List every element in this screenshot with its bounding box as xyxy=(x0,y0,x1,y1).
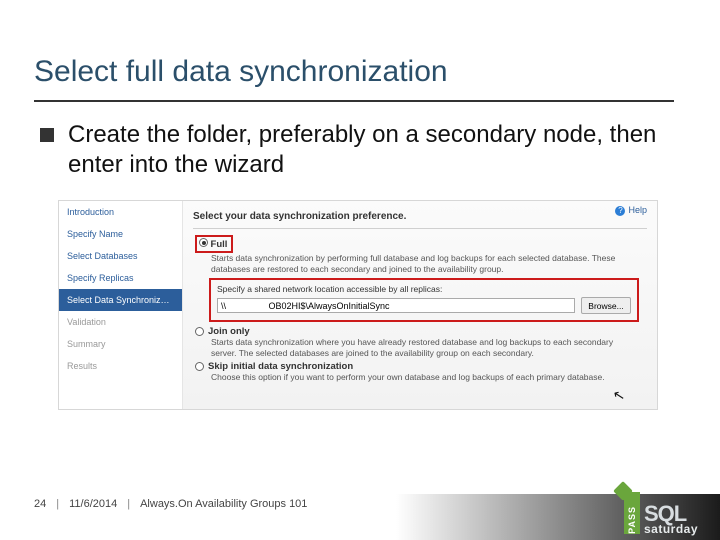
option-full: Full Starts data synchronization by perf… xyxy=(195,235,647,322)
help-icon: ? xyxy=(615,206,625,216)
option-skip-desc: Choose this option if you want to perfor… xyxy=(211,372,631,383)
footer-sep-icon: | xyxy=(127,498,130,510)
help-label: Help xyxy=(628,205,647,215)
sql-text-block: SQL saturday xyxy=(644,505,698,534)
network-location-group: Specify a shared network location access… xyxy=(209,278,639,322)
wizard-step-results[interactable]: Results xyxy=(59,355,182,377)
wizard-screenshot: Introduction Specify Name Select Databas… xyxy=(58,200,658,410)
logo-saturday: saturday xyxy=(644,524,698,534)
network-location-label: Specify a shared network location access… xyxy=(217,284,631,294)
wizard-step-specify-name[interactable]: Specify Name xyxy=(59,223,182,245)
footer-text: 24 | 11/6/2014 | Always.On Availability … xyxy=(34,498,307,510)
option-full-desc: Starts data synchronization by performin… xyxy=(211,253,631,274)
wizard-divider xyxy=(193,228,647,229)
wizard-step-introduction[interactable]: Introduction xyxy=(59,201,182,223)
page-number: 24 xyxy=(34,498,46,510)
option-join-desc: Starts data synchronization where you ha… xyxy=(211,337,631,358)
wizard-main-panel: ?Help Select your data synchronization p… xyxy=(183,201,657,409)
bullet-text: Create the folder, preferably on a secon… xyxy=(68,120,672,180)
sql-saturday-logo: PASS SQL saturday xyxy=(624,492,698,534)
radio-join-only[interactable] xyxy=(195,327,204,336)
wizard-steps-sidebar: Introduction Specify Name Select Databas… xyxy=(59,201,183,409)
highlight-box: Full xyxy=(195,235,233,253)
help-link[interactable]: ?Help xyxy=(615,205,647,216)
slide-title: Select full data synchronization xyxy=(34,55,448,89)
wizard-step-select-databases[interactable]: Select Databases xyxy=(59,245,182,267)
footer-sep-icon: | xyxy=(56,498,59,510)
cursor-icon: ↖ xyxy=(611,386,626,405)
wizard-step-validation[interactable]: Validation xyxy=(59,311,182,333)
wizard-step-summary[interactable]: Summary xyxy=(59,333,182,355)
wizard-step-specify-replicas[interactable]: Specify Replicas xyxy=(59,267,182,289)
option-join-only: Join only Starts data synchronization wh… xyxy=(195,326,647,358)
bullet-item: Create the folder, preferably on a secon… xyxy=(40,120,672,180)
footer-deck-title: Always.On Availability Groups 101 xyxy=(140,498,307,510)
footer-date: 11/6/2014 xyxy=(69,498,117,510)
network-location-input[interactable] xyxy=(217,298,575,313)
option-skip-label: Skip initial data synchronization xyxy=(208,361,353,372)
option-skip: Skip initial data synchronization Choose… xyxy=(195,361,647,383)
title-divider xyxy=(34,100,674,102)
pass-badge-icon: PASS xyxy=(624,492,640,534)
slide-footer: 24 | 11/6/2014 | Always.On Availability … xyxy=(0,470,720,540)
radio-skip[interactable] xyxy=(195,362,204,371)
option-join-label: Join only xyxy=(208,326,250,337)
logo-sql: SQL xyxy=(644,505,686,524)
wizard-step-select-data-sync[interactable]: Select Data Synchronization xyxy=(59,289,182,311)
bullet-marker-icon xyxy=(40,128,54,142)
wizard-heading: Select your data synchronization prefere… xyxy=(193,211,647,222)
option-full-label: Full xyxy=(211,239,228,250)
browse-button[interactable]: Browse... xyxy=(581,297,631,314)
pass-text: PASS xyxy=(627,503,637,534)
radio-full[interactable] xyxy=(199,238,208,247)
